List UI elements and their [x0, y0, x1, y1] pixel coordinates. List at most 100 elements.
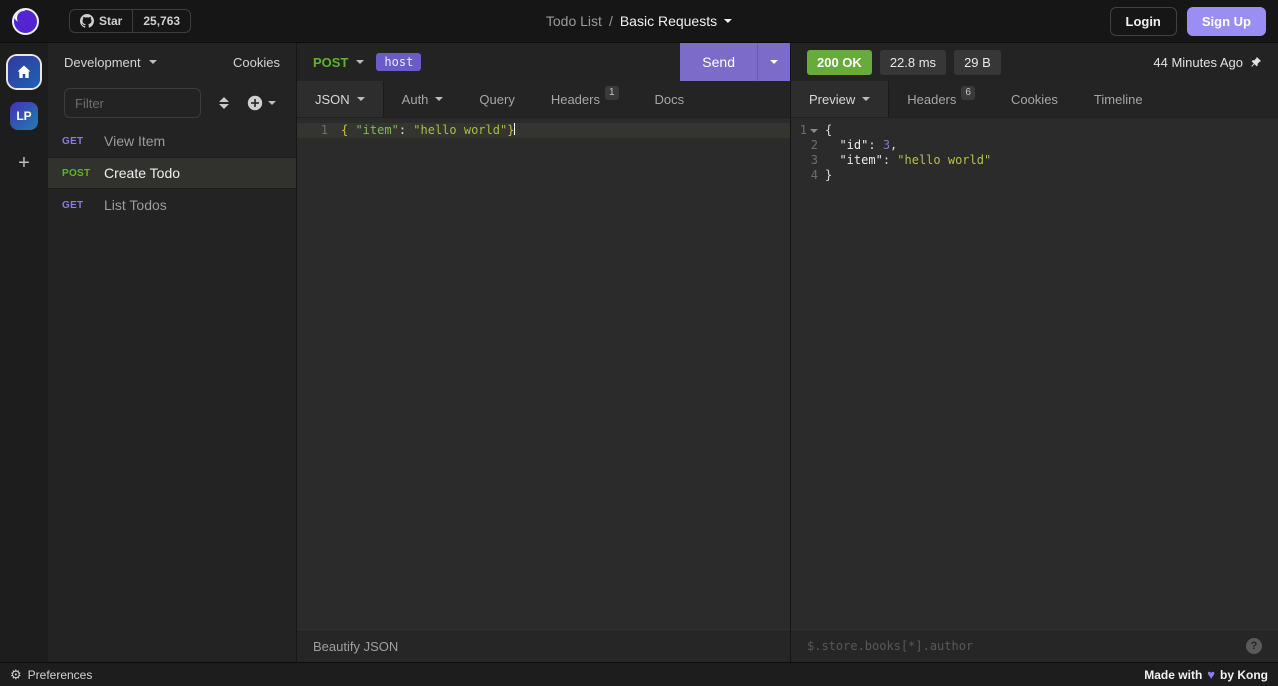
send-button[interactable]: Send — [680, 43, 757, 81]
request-tabs: JSON Auth Query Headers 1 Docs — [297, 81, 790, 118]
response-panel: 200 OK 22.8 ms 29 B 44 Minutes Ago Previ… — [790, 43, 1278, 662]
login-button[interactable]: Login — [1110, 7, 1177, 36]
send-button-group: Send — [680, 43, 790, 81]
status-badge: 200 OK — [807, 50, 872, 75]
code-content: "item": "hello world" — [825, 153, 991, 168]
line-number: 2 — [791, 138, 825, 153]
request-tab-auth[interactable]: Auth — [384, 81, 462, 117]
workbench: LP + Development Cookies — [0, 42, 1278, 662]
breadcrumb-project[interactable]: Todo List — [546, 13, 602, 29]
response-bottom-bar: ? — [791, 629, 1278, 662]
response-tab-cookies[interactable]: Cookies — [993, 81, 1076, 117]
status-footer: ⚙ Preferences Made with ♥ by Kong — [0, 662, 1278, 686]
request-method-label: GET — [62, 200, 94, 211]
request-tab-json[interactable]: JSON — [297, 81, 384, 117]
tab-label: Auth — [402, 92, 429, 107]
request-panel: POST host Send JSON Auth Query Headers 1 Docs… — [297, 43, 790, 662]
tab-label: Query — [479, 92, 514, 107]
response-time-badge: 22.8 ms — [880, 50, 946, 75]
tab-label: Cookies — [1011, 92, 1058, 107]
home-button[interactable] — [8, 56, 40, 88]
top-bar: Star 25,763 Todo List / Basic Requests L… — [0, 0, 1278, 42]
code-line: 2 "id": 3, — [791, 138, 1278, 153]
tab-label: Headers — [551, 92, 600, 107]
signup-button[interactable]: Sign Up — [1187, 7, 1266, 36]
response-filter-input[interactable] — [807, 639, 1246, 653]
request-list-item[interactable]: POSTCreate Todo — [48, 157, 296, 189]
gear-icon: ⚙ — [10, 667, 22, 683]
text-cursor — [514, 123, 515, 135]
fold-arrow-icon[interactable] — [810, 129, 818, 133]
star-count[interactable]: 25,763 — [132, 10, 190, 32]
code-content: { — [825, 123, 832, 138]
auth-buttons: Login Sign Up — [1110, 7, 1267, 36]
tab-label: Preview — [809, 92, 855, 107]
code-line: 3 "item": "hello world" — [791, 153, 1278, 168]
request-list-item[interactable]: GET View Item — [48, 125, 296, 157]
preferences-button[interactable]: ⚙ Preferences — [10, 667, 92, 683]
method-dropdown[interactable]: POST — [297, 55, 376, 70]
chevron-down-icon — [356, 60, 364, 64]
response-history-dropdown[interactable]: 44 Minutes Ago — [1153, 55, 1268, 70]
tab-count-badge: 1 — [605, 86, 619, 100]
request-name: List Todos — [104, 197, 167, 213]
chevron-down-icon — [435, 97, 443, 101]
send-options-button[interactable] — [757, 43, 790, 81]
breadcrumb-separator: / — [609, 13, 613, 29]
request-body-editor[interactable]: 1{ "item": "hello world"} — [297, 118, 790, 629]
chevron-down-icon — [770, 60, 778, 64]
avatar[interactable]: LP — [10, 102, 38, 130]
request-tab-docs[interactable]: Docs — [637, 81, 703, 117]
home-icon — [16, 64, 32, 80]
response-tab-headers[interactable]: Headers6 — [889, 81, 993, 117]
sidebar-header: Development Cookies — [48, 43, 296, 81]
github-icon — [80, 14, 94, 28]
made-with-kong: Made with ♥ by Kong — [1144, 667, 1268, 682]
code-content: } — [825, 168, 832, 183]
plus-circle-icon — [247, 95, 263, 111]
code-content: "id": 3, — [825, 138, 897, 153]
heart-icon: ♥ — [1207, 667, 1215, 682]
tab-label: JSON — [315, 92, 350, 107]
response-meta-bar: 200 OK 22.8 ms 29 B 44 Minutes Ago — [791, 43, 1278, 81]
insomnia-logo-icon[interactable] — [12, 8, 39, 35]
response-tab-timeline[interactable]: Timeline — [1076, 81, 1161, 117]
breadcrumb: Todo List / Basic Requests — [546, 0, 732, 42]
sidebar: Development Cookies GET View Item POSTCrea… — [48, 43, 297, 662]
url-host-tag[interactable]: host — [376, 53, 421, 71]
response-tab-preview[interactable]: Preview — [791, 81, 889, 117]
line-number: 1 — [791, 123, 825, 138]
response-body-viewer[interactable]: 1{2 "id": 3,3 "item": "hello world"4} — [791, 118, 1278, 629]
request-bottom-bar: Beautify JSON — [297, 629, 790, 662]
sort-button[interactable] — [215, 93, 233, 113]
tab-label: Docs — [655, 92, 685, 107]
request-url-bar: POST host Send — [297, 43, 790, 81]
filter-input[interactable] — [64, 88, 201, 118]
response-tabs: Preview Headers6 Cookies Timeline — [791, 81, 1278, 118]
add-project-button[interactable]: + — [18, 152, 30, 175]
environment-dropdown[interactable]: Development — [64, 55, 157, 70]
cookies-link[interactable]: Cookies — [233, 55, 280, 70]
create-request-button[interactable] — [247, 95, 276, 111]
breadcrumb-workspace-dropdown[interactable]: Basic Requests — [620, 13, 732, 29]
code-line: 4} — [791, 168, 1278, 183]
request-tab-query[interactable]: Query — [461, 81, 532, 117]
pin-icon[interactable] — [1249, 56, 1262, 69]
request-list-item[interactable]: GET List Todos — [48, 189, 296, 221]
line-number: 4 — [791, 168, 825, 183]
insomnia-app: Star 25,763 Todo List / Basic Requests L… — [0, 0, 1278, 686]
github-star-button[interactable]: Star — [70, 10, 132, 32]
tab-label: Timeline — [1094, 92, 1143, 107]
beautify-json-button[interactable]: Beautify JSON — [313, 639, 398, 654]
chevron-down-icon — [149, 60, 157, 64]
request-tab-headers[interactable]: Headers 1 — [533, 81, 637, 117]
sidebar-filter-row — [48, 81, 296, 125]
request-name: View Item — [104, 133, 165, 149]
help-icon[interactable]: ? — [1246, 638, 1262, 654]
line-number: 3 — [791, 153, 825, 168]
request-method-label: POST — [62, 168, 94, 179]
star-label: Star — [99, 14, 122, 28]
chevron-down-icon — [357, 97, 365, 101]
github-star-widget[interactable]: Star 25,763 — [69, 9, 191, 33]
request-method-label: GET — [62, 136, 94, 147]
